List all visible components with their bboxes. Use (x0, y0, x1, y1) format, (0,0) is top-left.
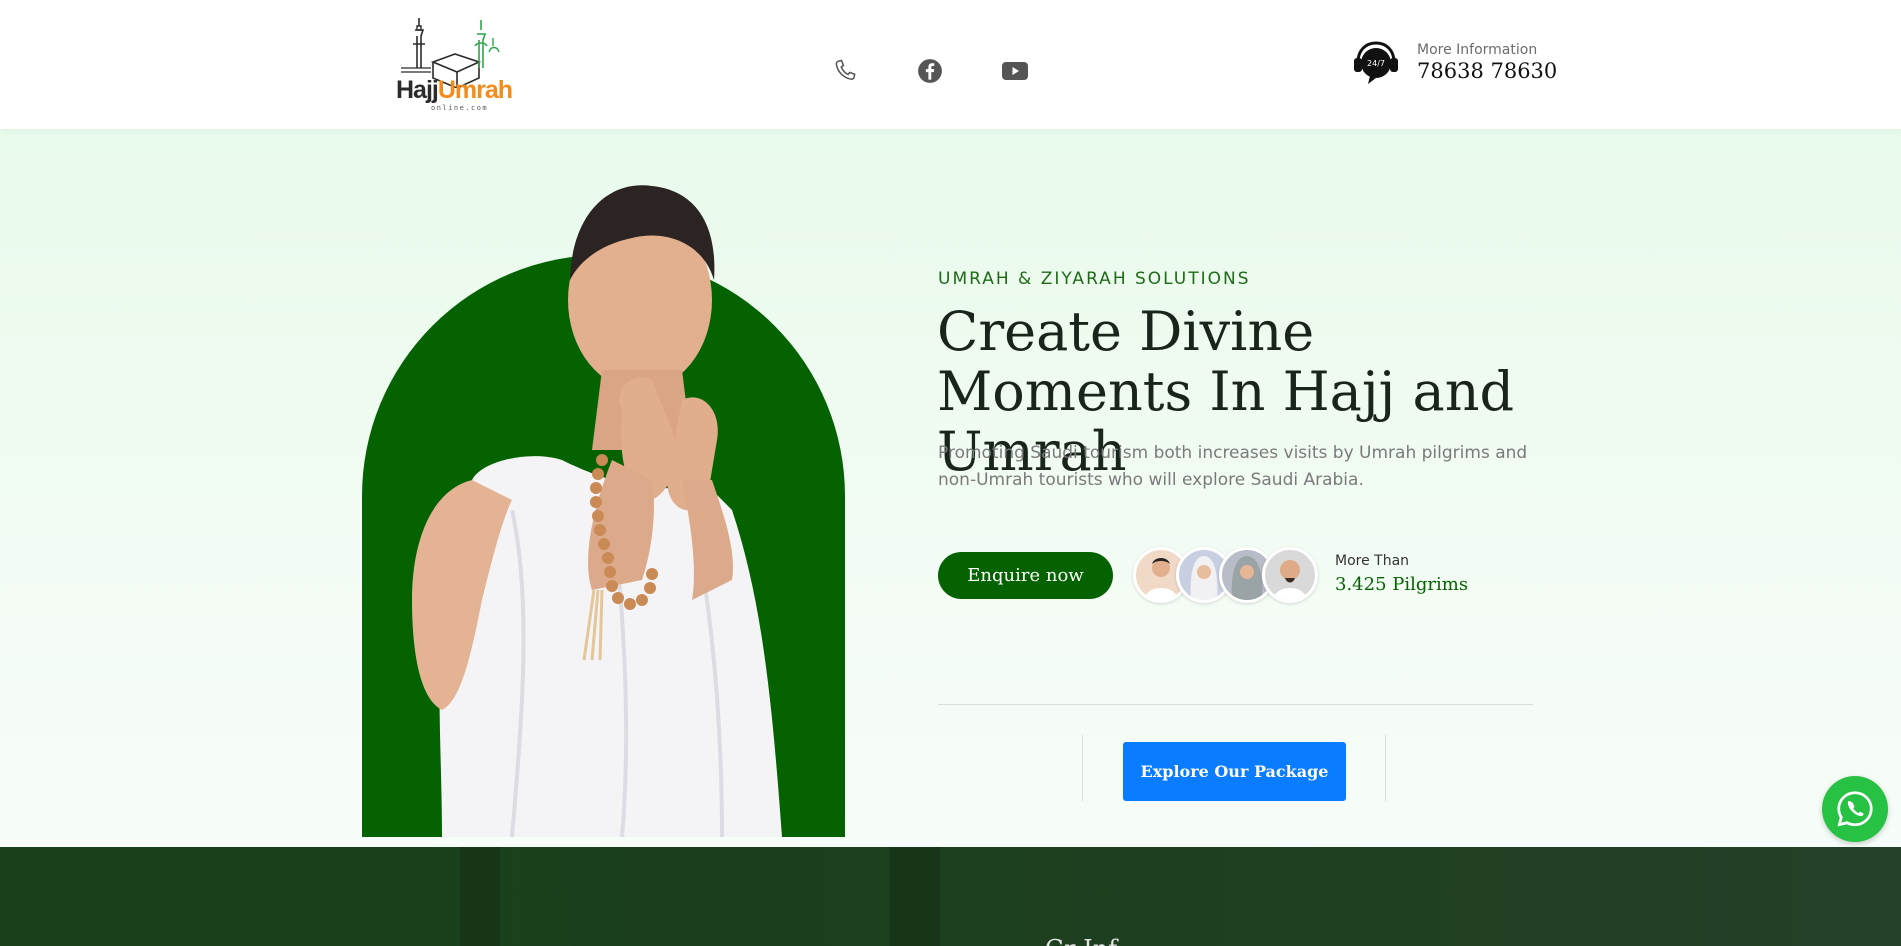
band-decoration (890, 847, 940, 946)
phone-link[interactable] (830, 56, 860, 86)
band-title: Gr Inf (1045, 935, 1117, 946)
info-label: More Information (1417, 42, 1538, 58)
logo-domain: online.com (431, 104, 489, 112)
enquire-now-button[interactable]: Enquire now (938, 552, 1113, 599)
info-band: Gr Inf (0, 847, 1901, 946)
whatsapp-icon (1837, 791, 1873, 827)
pilgrims-label: More Than (1335, 553, 1410, 569)
separator-line (1082, 735, 1083, 801)
hero-divider (938, 704, 1533, 705)
band-decoration (460, 847, 500, 946)
praying-pilgrim-image (412, 185, 782, 837)
separator-line (1385, 735, 1386, 801)
hero-eyebrow: UMRAH & ZIYARAH SOLUTIONS (938, 269, 1251, 289)
logo-word-hajj: Hajj (396, 76, 439, 104)
hero-description: Promoting Saudi tourism both increases v… (938, 443, 1528, 490)
site-header: HajjUmrah online.com 24/7 More Informati… (0, 0, 1901, 129)
whatsapp-button[interactable] (1822, 776, 1888, 842)
avatar (1262, 547, 1318, 603)
logo-word-umrah: Umrah (437, 76, 513, 104)
pilgrim-avatars (1133, 547, 1319, 605)
pilgrims-count: 3.425 Pilgrims (1335, 574, 1469, 595)
facebook-link[interactable] (915, 56, 945, 86)
facebook-icon (918, 59, 942, 83)
logo-wordmark: HajjUmrah (396, 76, 513, 105)
youtube-icon (1002, 62, 1028, 80)
site-logo[interactable]: HajjUmrah online.com (393, 16, 513, 112)
phone-icon (835, 59, 856, 80)
support-badge: 24/7 (1367, 59, 1385, 68)
support-headset-icon: 24/7 (1354, 41, 1398, 84)
info-phone-number[interactable]: 78638 78630 (1417, 59, 1557, 83)
youtube-link[interactable] (1000, 56, 1030, 86)
explore-package-button[interactable]: Explore Our Package (1123, 742, 1346, 801)
